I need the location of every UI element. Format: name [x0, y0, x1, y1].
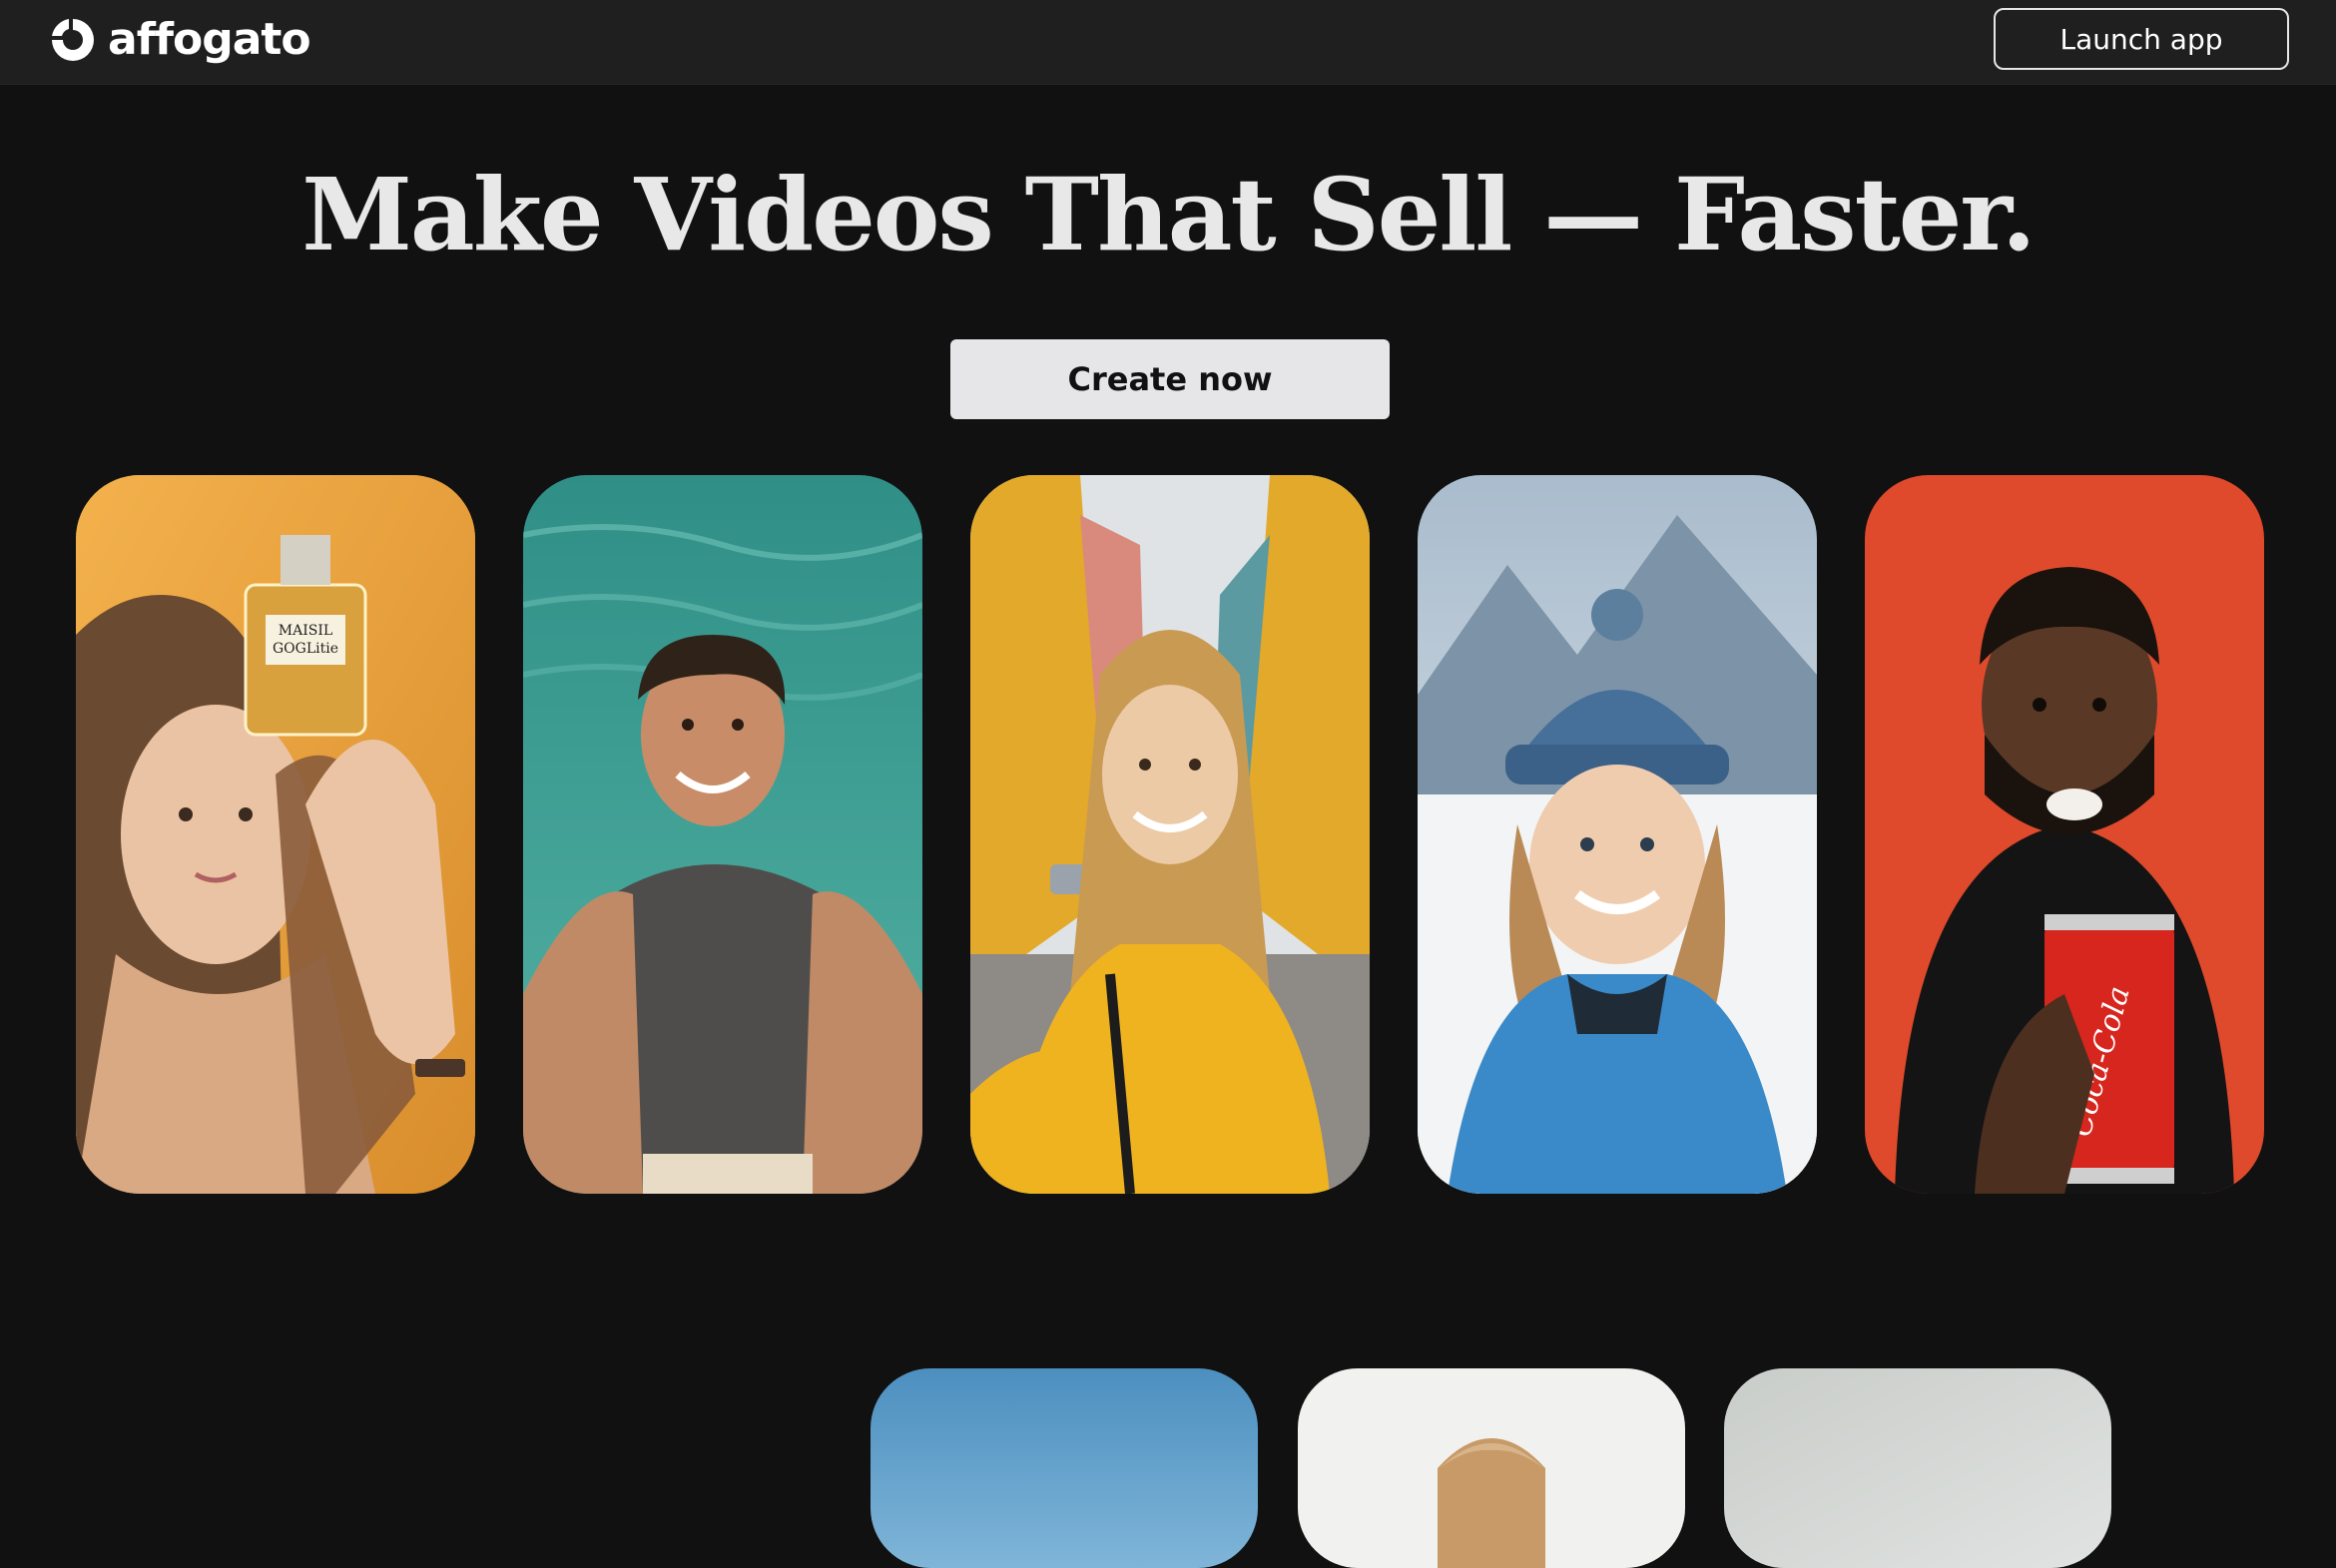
showcase-video-card-row2-3[interactable]: [1724, 1368, 2111, 1568]
create-now-button[interactable]: Create now: [950, 339, 1390, 419]
showcase-video-card-snow[interactable]: [1418, 475, 1817, 1194]
man-portrait-image: [1298, 1368, 1685, 1568]
top-navbar: affogato Launch app: [0, 0, 2336, 85]
showcase-video-card-perfume[interactable]: MAISIL GOGLitie: [76, 475, 475, 1194]
perfume-label-line1: MAISIL: [279, 623, 332, 639]
brand[interactable]: affogato: [48, 12, 311, 68]
perfume-label-line2: GOGLitie: [273, 641, 338, 657]
showcase-video-card-row2-2[interactable]: [1298, 1368, 1685, 1568]
showcase-video-card-soda[interactable]: Coca-Cola: [1865, 475, 2264, 1194]
showcase-video-card-sea-selfie[interactable]: [523, 475, 922, 1194]
brand-name: affogato: [108, 14, 311, 65]
perfume-woman-image: MAISIL GOGLitie: [76, 475, 475, 1194]
sea-selfie-man-image: [523, 475, 922, 1194]
soda-man-image: Coca-Cola: [1865, 475, 2264, 1194]
hero-title: Make Videos That Sell — Faster.: [301, 156, 2037, 273]
sky-scene-image: [871, 1368, 1258, 1568]
showcase-video-card-row2-1[interactable]: [871, 1368, 1258, 1568]
gray-scene-image: [1724, 1368, 2111, 1568]
launch-app-button[interactable]: Launch app: [1994, 8, 2289, 70]
affogato-logo-icon: [52, 19, 94, 61]
city-selfie-woman-image: [970, 475, 1370, 1194]
snow-woman-image: [1418, 475, 1817, 1194]
showcase-video-card-city-selfie[interactable]: [970, 475, 1370, 1194]
